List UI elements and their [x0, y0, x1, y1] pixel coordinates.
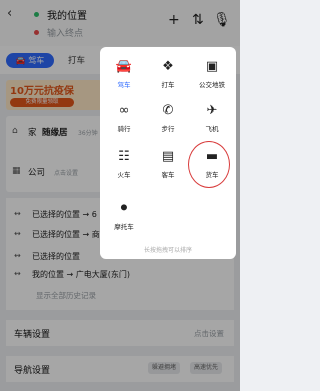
motorcycle-icon: ⚫: [118, 201, 130, 216]
car-icon: 🚘: [115, 59, 133, 74]
option-motorcycle[interactable]: ⚫ 摩托车: [102, 197, 146, 237]
highlight-circle: [188, 141, 230, 188]
option-plane[interactable]: ✈ 飞机: [190, 99, 234, 139]
option-taxi[interactable]: ❖ 打车: [146, 55, 190, 95]
option-car[interactable]: 🚘 驾车: [102, 55, 146, 95]
option-coach[interactable]: ▤ 客车: [146, 145, 190, 185]
drag-sort-hint: 长按拖拽可以排序: [143, 247, 192, 254]
walk-icon: ✆: [162, 103, 174, 118]
option-bike[interactable]: ∞ 骑行: [102, 99, 146, 139]
transport-picker: 🚘 驾车 ❖ 打车 ▣ 公交地铁 ∞ 骑行 ✆ 步行 ✈ 飞机 ☷ 火车 ▤ 客…: [100, 47, 236, 259]
train-icon: ☷: [118, 149, 130, 164]
taxi-icon: ❖: [162, 59, 174, 74]
coach-icon: ▤: [161, 149, 175, 164]
bus-icon: ▣: [205, 59, 219, 74]
bike-icon: ∞: [118, 103, 130, 118]
option-walk[interactable]: ✆ 步行: [146, 99, 190, 139]
plane-icon: ✈: [206, 103, 218, 118]
option-train[interactable]: ☷ 火车: [102, 145, 146, 185]
option-bus[interactable]: ▣ 公交地铁: [190, 55, 234, 95]
